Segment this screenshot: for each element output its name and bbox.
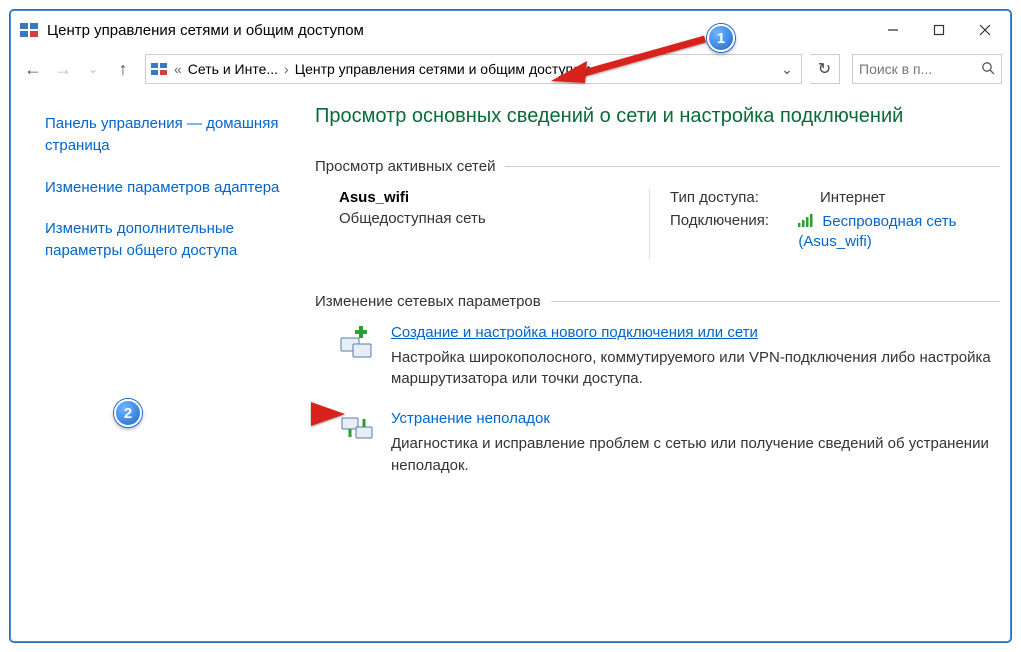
troubleshoot-item: Устранение неполадок Диагностика и испра…: [339, 410, 1000, 477]
troubleshoot-icon: [339, 410, 375, 446]
sidebar-link-home[interactable]: Панель управления — домашняя страница: [45, 113, 291, 157]
wifi-signal-icon: [798, 213, 816, 231]
section-label-text: Изменение сетевых параметров: [315, 293, 541, 310]
sidebar-link-sharing[interactable]: Изменить дополнительные параметры общего…: [45, 218, 291, 262]
network-summary: Asus_wifi Общедоступная сеть: [339, 189, 629, 259]
annotation-badge-2: 2: [114, 399, 142, 427]
troubleshoot-desc: Диагностика и исправление проблем с сеть…: [391, 433, 1000, 477]
main-pane: Просмотр основных сведений о сети и наст…: [311, 89, 1010, 641]
network-type: Общедоступная сеть: [339, 210, 629, 227]
window: Центр управления сетями и общим доступом…: [10, 10, 1011, 642]
divider: [551, 301, 1000, 302]
connections-label: Подключения:: [670, 212, 798, 253]
breadcrumb-icon: [150, 60, 168, 78]
search-placeholder: Поиск в п...: [859, 61, 932, 77]
sidebar: Панель управления — домашняя страница Из…: [11, 89, 311, 641]
create-connection-item: Создание и настройка нового подключения …: [339, 324, 1000, 391]
sidebar-link-adapter[interactable]: Изменение параметров адаптера: [45, 177, 291, 199]
divider: [505, 166, 1000, 167]
create-connection-link[interactable]: Создание и настройка нового подключения …: [391, 324, 1000, 341]
app-icon: [19, 20, 39, 40]
search-input[interactable]: Поиск в п...: [852, 54, 1002, 84]
titlebar: Центр управления сетями и общим доступом: [11, 11, 1010, 49]
network-details: Тип доступа: Интернет Подключения:: [649, 189, 1000, 259]
window-title: Центр управления сетями и общим доступом: [47, 22, 364, 39]
create-connection-icon: [339, 324, 375, 360]
section-change-settings: Изменение сетевых параметров: [315, 293, 1000, 310]
section-label-text: Просмотр активных сетей: [315, 158, 495, 175]
nav-row: ← → ⌄ ↑ « Сеть и Инте... › Центр управле…: [11, 49, 1010, 89]
nav-back-button[interactable]: ←: [19, 55, 47, 83]
nav-forward-button[interactable]: →: [49, 55, 77, 83]
page-heading: Просмотр основных сведений о сети и наст…: [315, 103, 1000, 130]
refresh-button[interactable]: ↻: [810, 54, 840, 84]
troubleshoot-link[interactable]: Устранение неполадок: [391, 410, 1000, 427]
annotation-badge-1: 1: [707, 24, 735, 52]
search-icon: [981, 61, 995, 78]
create-connection-desc: Настройка широкополосного, коммутируемог…: [391, 347, 1000, 391]
maximize-button[interactable]: [916, 15, 962, 45]
address-bar[interactable]: « Сеть и Инте... › Центр управления сетя…: [145, 54, 802, 84]
window-controls: [870, 15, 1008, 45]
breadcrumb-sep: ›: [282, 61, 291, 77]
breadcrumb-sep: «: [172, 61, 184, 77]
breadcrumb-item[interactable]: Центр управления сетями и общим доступом: [291, 61, 595, 77]
nav-up-button[interactable]: ↑: [109, 55, 137, 83]
active-network: Asus_wifi Общедоступная сеть Тип доступа…: [339, 189, 1000, 259]
connection-link[interactable]: Беспроводная сеть (Asus_wifi): [798, 213, 956, 250]
nav-recent-button[interactable]: ⌄: [79, 55, 107, 83]
close-button[interactable]: [962, 15, 1008, 45]
access-type-value: Интернет: [820, 189, 885, 206]
body: Панель управления — домашняя страница Из…: [11, 89, 1010, 641]
minimize-button[interactable]: [870, 15, 916, 45]
network-name: Asus_wifi: [339, 189, 629, 206]
access-type-label: Тип доступа:: [670, 189, 820, 206]
breadcrumb-item[interactable]: Сеть и Инте...: [184, 61, 282, 77]
section-active-networks: Просмотр активных сетей: [315, 158, 1000, 175]
address-dropdown-icon[interactable]: ⌄: [777, 61, 797, 78]
